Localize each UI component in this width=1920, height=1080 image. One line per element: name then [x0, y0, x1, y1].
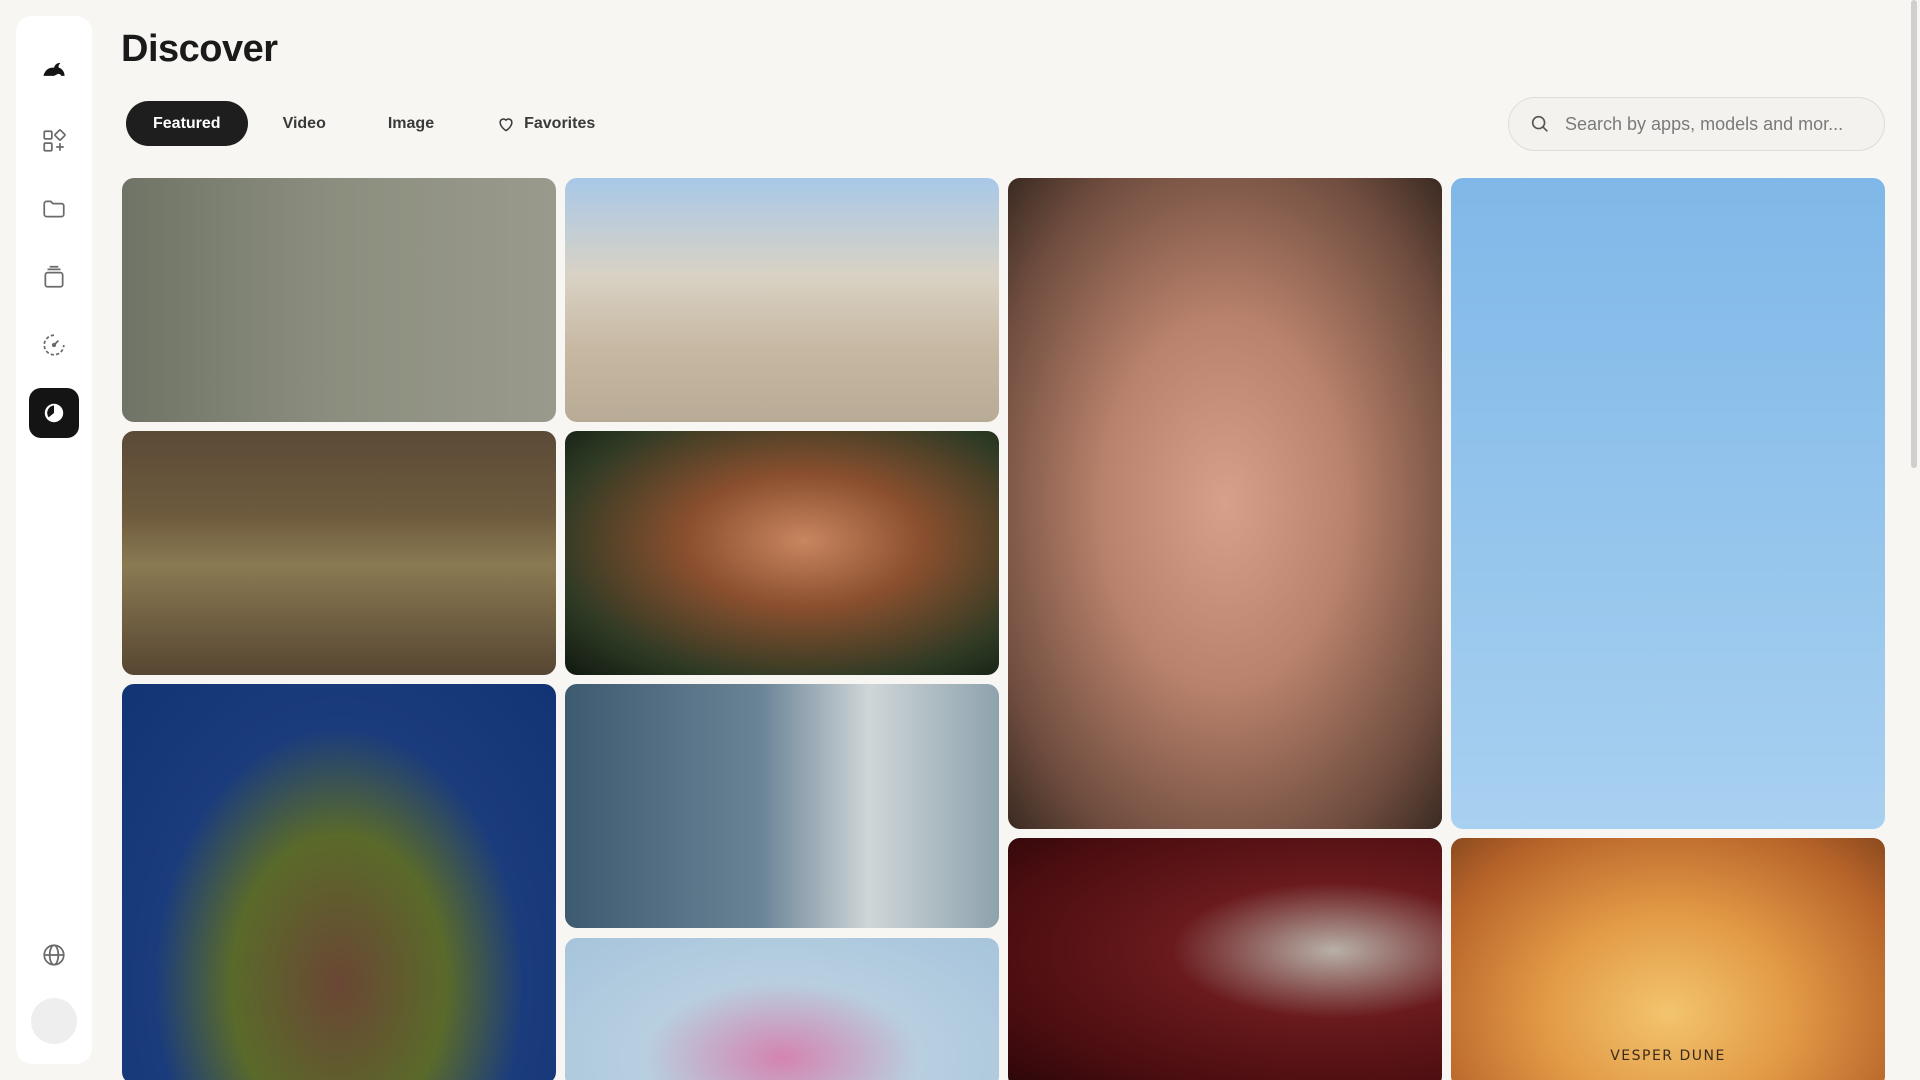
gallery-tile[interactable]: [565, 178, 999, 422]
sidebar-bottom: [16, 930, 92, 1044]
globe-icon[interactable]: [29, 930, 79, 980]
folder-icon[interactable]: [29, 184, 79, 234]
tab-label: Image: [387, 114, 435, 132]
filter-tabs: Featured Video Image Favorites: [126, 101, 622, 146]
gallery-tile[interactable]: [1008, 838, 1442, 1080]
gallery-tile[interactable]: [1008, 178, 1442, 829]
avatar[interactable]: [31, 998, 77, 1044]
gallery-tile[interactable]: [565, 431, 999, 675]
heart-icon: [499, 117, 513, 132]
tab-label: Featured: [153, 114, 221, 132]
search-input[interactable]: [1565, 113, 1865, 135]
tab-image[interactable]: Image: [361, 101, 461, 146]
perfume-label: VESPER DUNE: [1610, 1048, 1726, 1064]
gallery-tile[interactable]: [565, 938, 999, 1080]
rabbit-logo-icon-svg: [43, 62, 65, 76]
apps-grid-icon[interactable]: [29, 116, 79, 166]
tab-favorites[interactable]: Favorites: [469, 101, 622, 146]
tab-featured[interactable]: Featured: [126, 101, 248, 146]
gallery-tile[interactable]: VESPER DUNE: [1451, 838, 1885, 1080]
search-bar[interactable]: [1508, 97, 1885, 151]
rabbit-logo-icon[interactable]: [29, 46, 79, 96]
tab-label: Favorites: [524, 114, 596, 132]
stack-icon[interactable]: [29, 252, 79, 302]
gallery-tile[interactable]: [122, 178, 556, 422]
page-title: Discover: [121, 28, 278, 70]
scrollbar-thumb[interactable]: [1911, 0, 1917, 468]
search-icon: [1531, 115, 1548, 132]
gallery-tile[interactable]: [122, 684, 556, 1080]
discover-compass-icon[interactable]: [29, 388, 79, 438]
gauge-icon[interactable]: [29, 320, 79, 370]
gallery-tile[interactable]: [565, 684, 999, 928]
gallery-tile[interactable]: [122, 431, 556, 675]
tab-label: Video: [282, 114, 326, 132]
gallery-tile[interactable]: [1451, 178, 1885, 829]
scrollbar[interactable]: [1910, 0, 1918, 1080]
sidebar: [16, 16, 92, 1064]
tab-video[interactable]: Video: [256, 101, 353, 146]
